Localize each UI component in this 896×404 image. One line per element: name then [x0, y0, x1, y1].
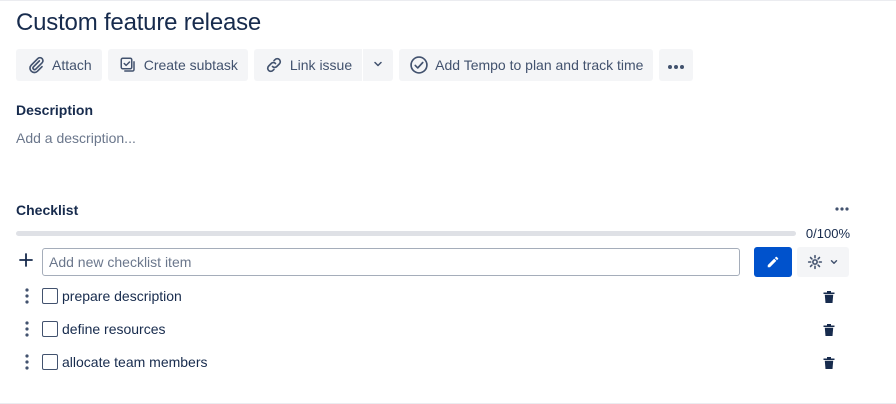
gear-icon [807, 254, 823, 270]
add-checklist-item-input[interactable] [42, 248, 740, 276]
link-issue-dropdown-button[interactable] [363, 49, 394, 81]
checklist-progress-text: 0/100% [805, 226, 850, 241]
issue-title[interactable]: Custom feature release [16, 9, 261, 37]
checklist-item: allocate team members [0, 351, 896, 375]
chevron-down-icon [830, 260, 838, 264]
more-icon [835, 207, 849, 211]
checklist-item-label[interactable]: prepare description [62, 288, 182, 304]
checklist-item: define resources [0, 318, 896, 342]
link-icon [264, 55, 284, 75]
checklist-item-checkbox[interactable] [42, 321, 58, 337]
trash-icon[interactable] [822, 323, 836, 337]
checklist-item: prepare description [0, 285, 896, 309]
chevron-down-icon [372, 57, 384, 73]
more-actions-button[interactable] [659, 49, 694, 81]
paperclip-icon [26, 55, 46, 75]
link-issue-button[interactable]: Link issue [253, 49, 363, 81]
checklist-label: Checklist [16, 202, 79, 218]
create-subtask-label: Create subtask [143, 57, 238, 73]
issue-view: Custom feature release Attach Create sub… [0, 0, 896, 404]
attach-label: Attach [52, 57, 92, 73]
checklist-item-checkbox[interactable] [42, 354, 58, 370]
drag-handle-icon[interactable] [23, 287, 31, 305]
checklist-item-checkbox[interactable] [42, 288, 58, 304]
link-issue-label: Link issue [289, 57, 353, 73]
drag-handle-icon[interactable] [23, 320, 31, 338]
create-subtask-button[interactable]: Create subtask [107, 49, 248, 81]
drag-handle-icon[interactable] [23, 353, 31, 371]
more-icon [667, 57, 685, 73]
trash-icon[interactable] [822, 290, 836, 304]
issue-toolbar: Attach Create subtask Link issue Add Tem… [16, 49, 694, 81]
checklist-item-label[interactable]: allocate team members [62, 354, 208, 370]
description-label: Description [16, 102, 94, 118]
checklist-progress-bar [16, 231, 796, 236]
description-placeholder[interactable]: Add a description... [16, 130, 136, 146]
add-tempo-label: Add Tempo to plan and track time [435, 57, 644, 73]
subtask-icon [118, 55, 138, 75]
attach-button[interactable]: Attach [16, 49, 102, 81]
plus-icon[interactable] [18, 252, 34, 268]
edit-checklist-button[interactable] [754, 247, 792, 277]
checklist-settings-button[interactable] [797, 247, 849, 277]
checklist-more-button[interactable] [834, 201, 850, 217]
add-tempo-button[interactable]: Add Tempo to plan and track time [399, 49, 654, 81]
check-circle-icon [409, 55, 429, 75]
checklist-item-label[interactable]: define resources [62, 321, 166, 337]
trash-icon[interactable] [822, 356, 836, 370]
pencil-icon [767, 256, 779, 268]
